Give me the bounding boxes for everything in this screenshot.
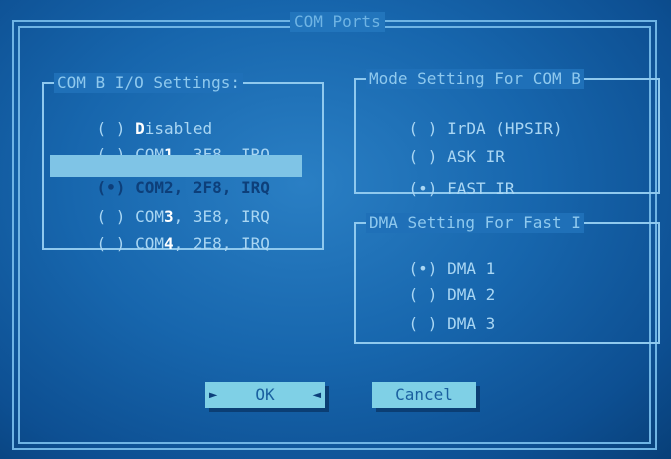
radio-com4-prefix: ( ) COM [96, 234, 164, 253]
radio-com2[interactable]: (•) COM2, 2F8, IRQ [50, 155, 302, 197]
radio-com3[interactable]: ( ) COM3, 3E8, IRQ [58, 184, 298, 226]
dialog-title: COM Ports [290, 12, 385, 32]
mode-setting-title: Mode Setting For COM B [366, 69, 584, 89]
ok-button[interactable]: ► OK ◄ [205, 382, 325, 408]
com-io-settings-title: COM B I/O Settings: [54, 73, 244, 93]
radio-dma2[interactable]: ( ) DMA 2 [370, 262, 630, 304]
radio-irda[interactable]: ( ) IrDA (HPSIR) [370, 96, 630, 138]
radio-com1[interactable]: ( ) COM1, 3F8, IRQ [58, 122, 298, 164]
radio-dma1[interactable]: (•) DMA 1 [370, 236, 630, 278]
radio-dma3[interactable]: ( ) DMA 3 [370, 291, 630, 333]
radio-com4-hotkey: 4 [163, 234, 174, 253]
cancel-button-label: Cancel [395, 385, 453, 404]
radio-com4[interactable]: ( ) COM4, 2E8, IRQ [58, 211, 298, 253]
cancel-button[interactable]: Cancel [372, 382, 476, 408]
radio-com4-rest: , 2E8, IRQ [173, 234, 270, 253]
bios-screen: COM Ports COM B I/O Settings: ( ) Disabl… [0, 0, 671, 459]
radio-ask-ir[interactable]: ( ) ASK IR [370, 124, 630, 166]
right-arrow-icon: ► [209, 387, 218, 403]
radio-fast-ir-label: (•) FAST IR [408, 179, 515, 198]
radio-disabled[interactable]: ( ) Disabled [58, 96, 298, 138]
ok-button-label: OK [255, 385, 275, 404]
left-arrow-icon: ◄ [312, 387, 321, 403]
radio-dma3-label: ( ) DMA 3 [408, 314, 496, 333]
dma-setting-title: DMA Setting For Fast I [366, 213, 584, 233]
radio-fast-ir[interactable]: (•) FAST IR [370, 156, 630, 198]
